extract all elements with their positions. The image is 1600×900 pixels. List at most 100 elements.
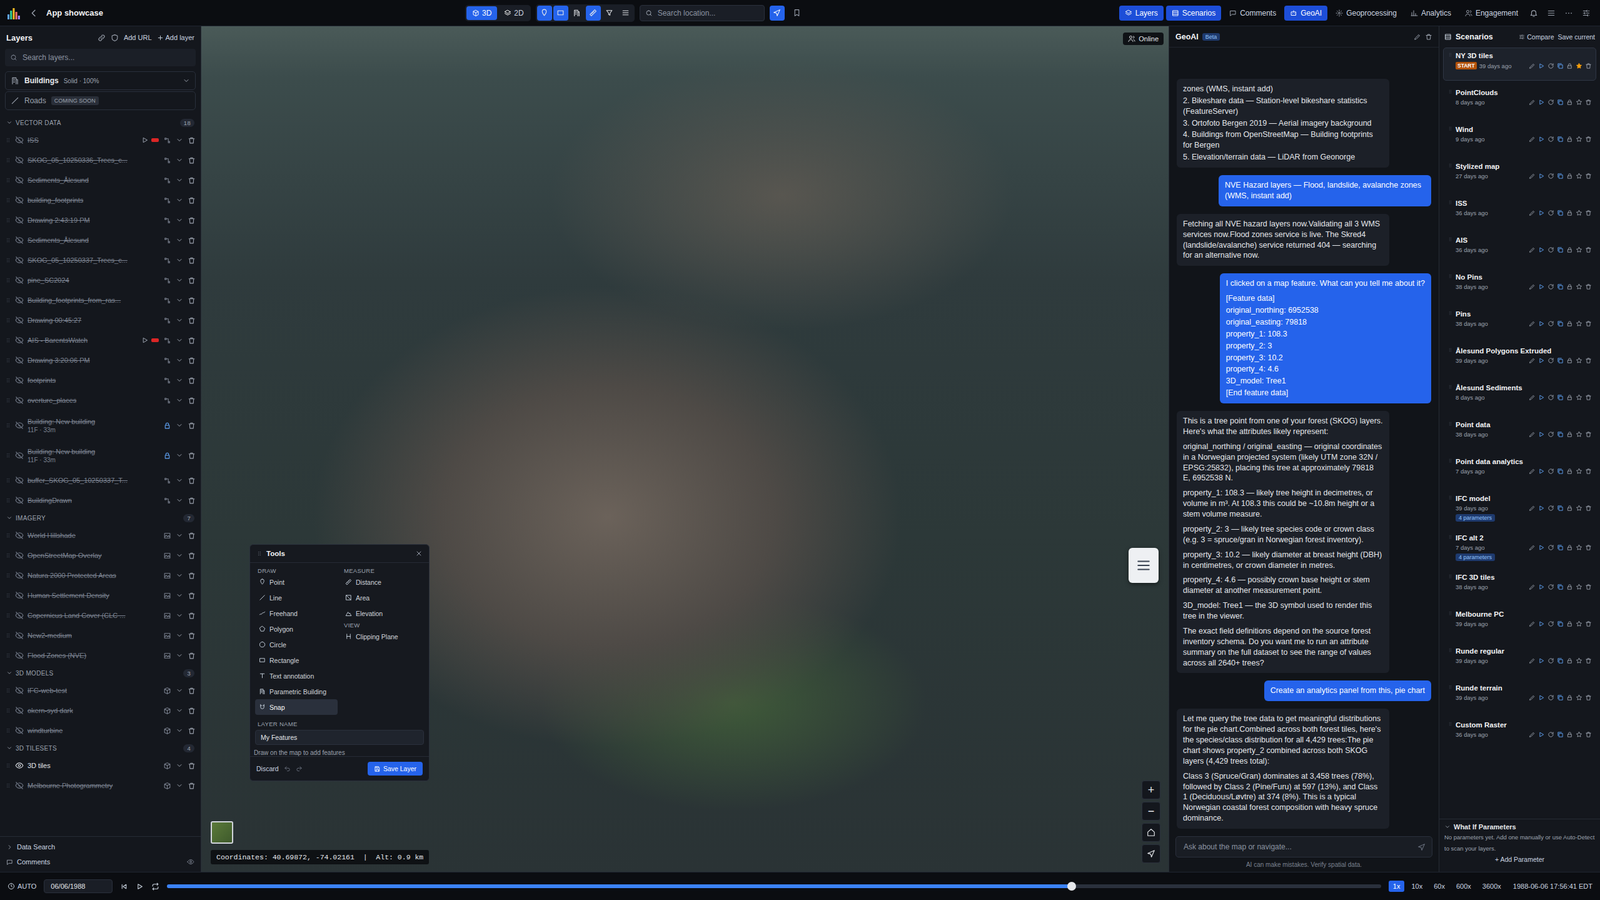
drag-handle-icon[interactable] [5,196,12,204]
speed-button[interactable]: 600x [1451,880,1476,892]
play-icon[interactable] [1538,357,1545,364]
layer-name-input[interactable]: My Features [255,729,424,745]
scenario-item[interactable]: NY 3D tilesSTART39 days ago [1443,47,1597,81]
drag-handle-icon[interactable] [5,256,12,264]
drag-handle-icon[interactable] [1447,125,1454,132]
nav-button[interactable]: Geoprocessing [1329,5,1403,21]
location-search-input[interactable] [656,8,760,19]
drag-handle-icon[interactable] [5,176,12,184]
speed-button[interactable]: 10x [1406,880,1427,892]
delete-icon[interactable] [187,256,196,265]
copy-icon[interactable] [1556,620,1564,628]
delete-icon[interactable] [187,196,196,205]
copy-icon[interactable] [1556,583,1564,591]
star-icon[interactable] [1575,357,1583,364]
tool-option[interactable]: Distance [341,573,424,590]
delete-icon[interactable] [1584,62,1592,70]
copy-icon[interactable] [1556,657,1564,665]
scenario-item[interactable]: No Pins38 days ago [1443,268,1597,302]
expand-icon[interactable] [175,706,184,715]
drag-handle-icon[interactable] [1447,51,1454,58]
scenario-item[interactable]: Stylized map27 days ago [1443,158,1597,192]
star-icon[interactable] [1575,543,1583,551]
play-icon[interactable] [1538,283,1545,291]
eye-off-icon[interactable] [15,295,24,305]
edit-icon[interactable] [1528,620,1536,628]
delete-icon[interactable] [187,336,196,345]
copy-icon[interactable] [1556,504,1564,512]
refresh-icon[interactable] [1547,620,1555,628]
delete-icon[interactable] [187,236,196,245]
app-logo-icon[interactable] [6,5,22,21]
eye-off-icon[interactable] [15,395,24,405]
delete-icon[interactable] [187,476,196,485]
scenario-item[interactable]: Melbourne PC39 days ago [1443,605,1597,639]
expand-icon[interactable] [175,136,184,144]
delete-icon[interactable] [1584,320,1592,328]
copy-icon[interactable] [1556,694,1564,701]
drag-handle-icon[interactable] [5,216,12,224]
delete-icon[interactable] [1584,583,1592,591]
refresh-icon[interactable] [1547,543,1555,551]
refresh-icon[interactable] [1547,430,1555,438]
refresh-icon[interactable] [1547,62,1555,70]
compass-button[interactable] [1141,844,1161,863]
refresh-icon[interactable] [1547,657,1555,665]
layer-item[interactable]: Sediments_Ålesund [0,170,201,191]
edit-icon[interactable] [1528,504,1536,512]
more-button[interactable] [1561,5,1577,21]
expand-icon[interactable] [175,451,184,459]
expand-icon[interactable] [175,296,184,304]
eye-off-icon[interactable] [15,475,24,485]
delete-icon[interactable] [187,451,196,460]
drag-handle-icon[interactable] [5,296,12,304]
refresh-icon[interactable] [1547,504,1555,512]
refresh-icon[interactable] [1547,730,1555,738]
copy-icon[interactable] [1556,320,1564,328]
scenario-item[interactable]: IFC model39 days ago4 parameters [1443,490,1597,526]
edit-icon[interactable] [1528,283,1536,291]
star-icon[interactable] [1575,135,1583,143]
layer-group-header[interactable]: IMAGERY7 [0,510,201,526]
scenario-item[interactable]: PointClouds8 days ago [1443,84,1597,118]
skip-back-icon[interactable] [120,882,129,891]
tool-option[interactable]: Area [341,589,424,606]
drag-handle-icon[interactable] [5,422,12,429]
play-icon[interactable] [1538,657,1545,665]
eye-off-icon[interactable] [15,495,24,505]
layer-group-header[interactable]: 3D MODELS3 [0,665,201,681]
play-icon[interactable] [1538,320,1545,328]
play-icon[interactable] [1538,543,1545,551]
drag-handle-icon[interactable] [256,550,263,557]
delete-icon[interactable] [187,781,196,790]
eye-off-icon[interactable] [15,275,24,285]
drag-handle-icon[interactable] [5,316,12,324]
delete-icon[interactable] [187,276,196,285]
nav-button[interactable]: Engagement [1459,5,1524,21]
expand-icon[interactable] [175,761,184,770]
copy-icon[interactable] [1556,467,1564,475]
eye-off-icon[interactable] [15,215,24,225]
edit-icon[interactable] [1528,172,1536,180]
tool-option[interactable]: Line [255,589,338,606]
scenario-item[interactable]: Custom Raster36 days ago [1443,716,1597,750]
drag-handle-icon[interactable] [5,397,12,404]
dropdown-icon[interactable] [182,76,191,85]
layer-item[interactable]: SKOG_05_10250337_Trees_c... [0,250,201,271]
layer-item[interactable]: SKOG_05_10250336_Trees_c... [0,150,201,171]
drag-handle-icon[interactable] [1447,236,1454,242]
delete-icon[interactable] [187,216,196,225]
lock-icon[interactable] [1566,283,1574,291]
drag-handle-icon[interactable] [5,532,12,539]
layer-item[interactable]: building_footprints [0,190,201,211]
play-icon[interactable] [1538,730,1545,738]
delete-icon[interactable] [1584,98,1592,106]
locate-button[interactable] [769,5,785,21]
star-icon[interactable] [1575,172,1583,180]
play-icon[interactable] [141,136,149,144]
delete-icon[interactable] [187,651,196,660]
delete-icon[interactable] [187,136,196,145]
map-tool-button[interactable] [569,5,585,21]
expand-icon[interactable] [175,591,184,599]
drag-handle-icon[interactable] [1447,162,1454,169]
